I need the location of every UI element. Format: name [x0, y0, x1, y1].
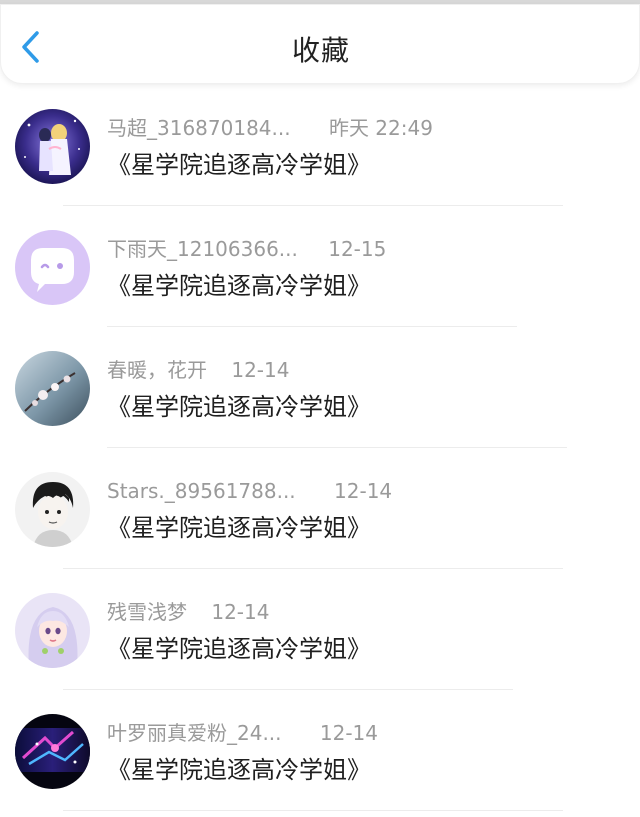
user-name[interactable]: 春暖，花开 — [107, 356, 207, 384]
list-item[interactable]: 叶罗丽真爱粉_24... 12-14 《星学院追逐高冷学姐》 — [0, 697, 640, 817]
work-title[interactable]: 《星学院追逐高冷学姐》 — [107, 632, 371, 666]
divider — [63, 568, 563, 569]
item-meta: 春暖，花开 12-14 — [107, 356, 289, 384]
item-meta: 马超_316870184... 昨天 22:49 — [107, 114, 433, 142]
divider — [63, 205, 563, 206]
work-title[interactable]: 《星学院追逐高冷学姐》 — [107, 753, 371, 787]
default-chat-avatar[interactable] — [15, 230, 90, 305]
divider — [63, 689, 513, 690]
work-title[interactable]: 《星学院追逐高冷学姐》 — [107, 390, 371, 424]
timestamp: 12-14 — [319, 721, 379, 745]
favorites-page: 收藏 马超_316870184... 昨天 22:49 《星学院追逐高冷学姐》 … — [0, 0, 640, 817]
list-item[interactable]: 残雪浅梦 12-14 《星学院追逐高冷学姐》 — [0, 576, 640, 697]
divider — [107, 326, 517, 327]
work-title[interactable]: 《星学院追逐高冷学姐》 — [107, 148, 371, 182]
list-item[interactable]: 春暖，花开 12-14 《星学院追逐高冷学姐》 — [0, 334, 640, 455]
item-meta: 残雪浅梦 12-14 — [107, 598, 269, 626]
header-bar: 收藏 — [0, 4, 640, 84]
timestamp: 昨天 22:49 — [328, 116, 433, 140]
page-title: 收藏 — [291, 34, 350, 67]
user-name[interactable]: 下雨天_12106366... — [107, 235, 298, 263]
divider — [63, 810, 563, 811]
list-item[interactable]: Stars._89561788... 12-14 《星学院追逐高冷学姐》 — [0, 455, 640, 576]
list-item[interactable]: 下雨天_12106366... 12-15 《星学院追逐高冷学姐》 — [0, 213, 640, 334]
anime-couple-avatar[interactable] — [15, 109, 90, 184]
timestamp: 12-15 — [328, 237, 387, 261]
item-meta: Stars._89561788... 12-14 — [107, 477, 392, 505]
work-title[interactable]: 《星学院追逐高冷学姐》 — [107, 511, 371, 545]
fantasy-scene-avatar[interactable] — [15, 714, 90, 789]
user-name[interactable]: 叶罗丽真爱粉_24... — [107, 719, 282, 747]
work-title[interactable]: 《星学院追逐高冷学姐》 — [107, 269, 371, 303]
timestamp: 12-14 — [211, 600, 270, 624]
timestamp: 12-14 — [334, 479, 393, 503]
favorites-list: 马超_316870184... 昨天 22:49 《星学院追逐高冷学姐》 下雨天… — [0, 92, 640, 817]
user-name[interactable]: Stars._89561788... — [107, 477, 296, 505]
flower-photo-avatar[interactable] — [15, 351, 90, 426]
divider — [107, 447, 567, 448]
item-meta: 叶罗丽真爱粉_24... 12-14 — [107, 719, 378, 747]
doll-girl-avatar[interactable] — [15, 593, 90, 668]
timestamp: 12-14 — [231, 358, 290, 382]
user-name[interactable]: 马超_316870184... — [107, 114, 291, 142]
item-meta: 下雨天_12106366... 12-15 — [107, 235, 386, 263]
list-item[interactable]: 马超_316870184... 昨天 22:49 《星学院追逐高冷学姐》 — [0, 92, 640, 213]
sketch-boy-avatar[interactable] — [15, 472, 90, 547]
user-name[interactable]: 残雪浅梦 — [107, 598, 187, 626]
